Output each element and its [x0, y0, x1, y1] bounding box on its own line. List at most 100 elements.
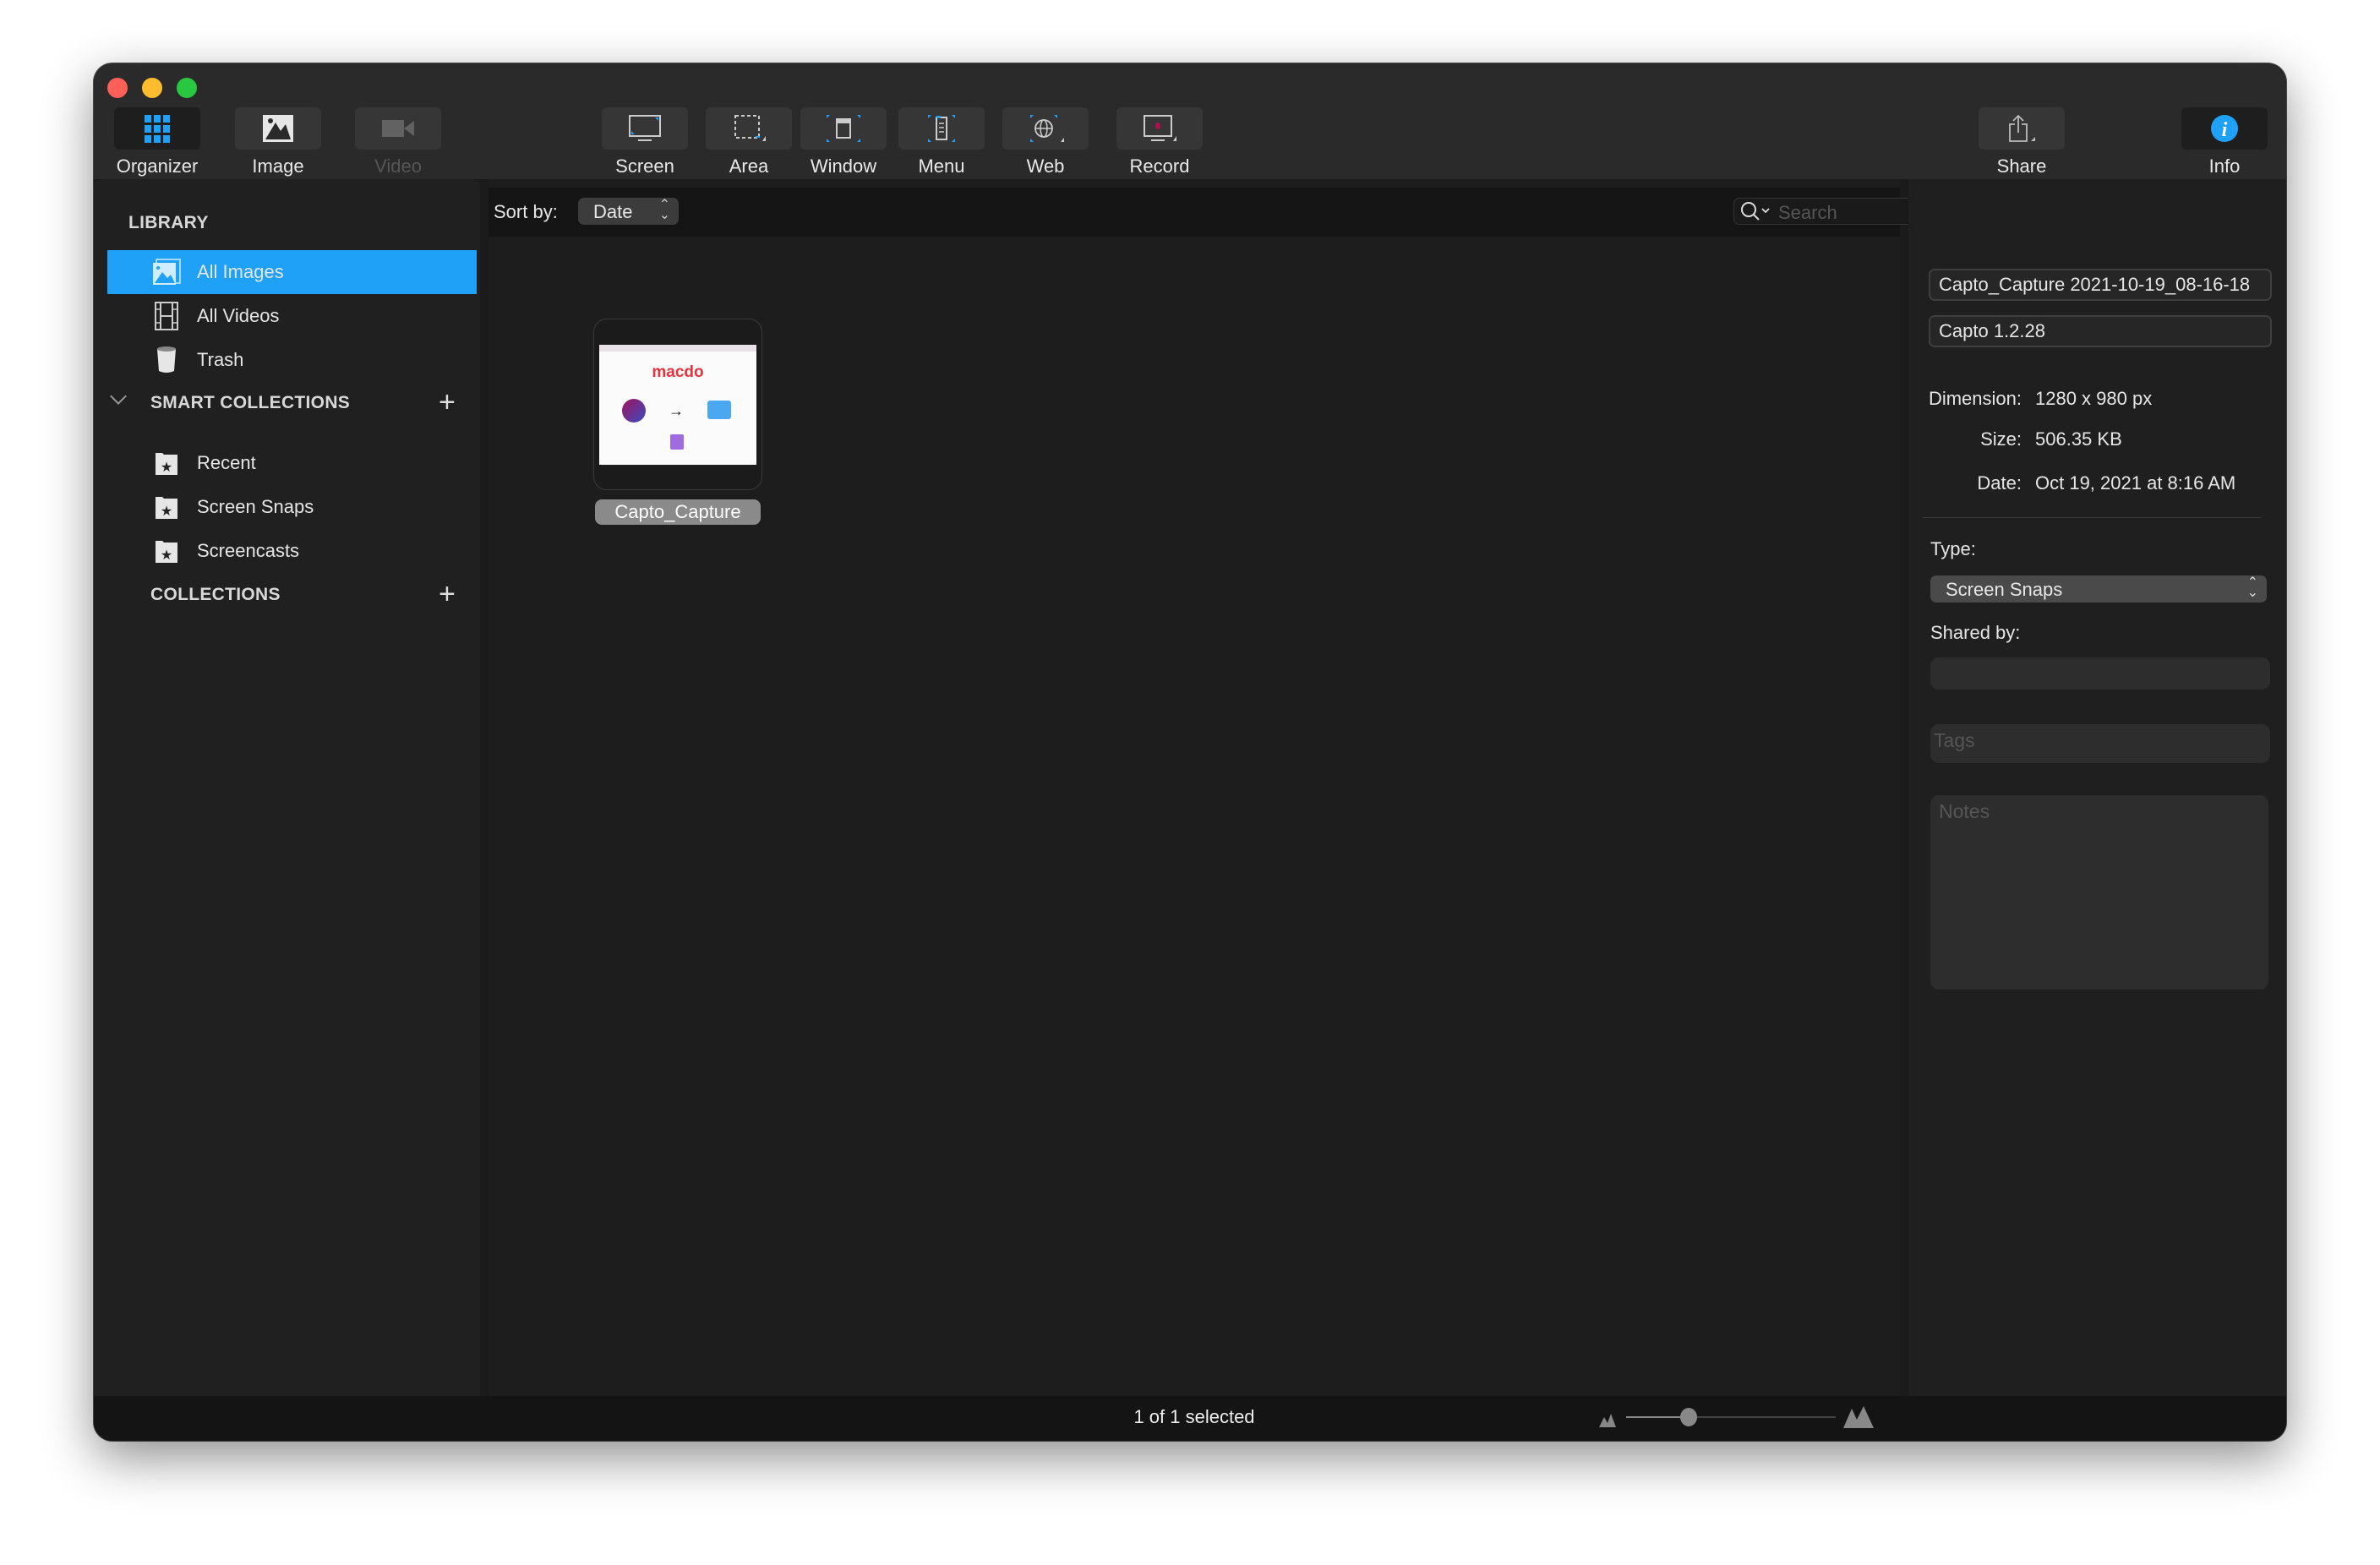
large-thumbnail-icon: [1843, 1406, 1874, 1428]
smart-folder-icon: ★: [152, 449, 181, 477]
share-label: Share: [1996, 155, 2047, 177]
thumbnail-card[interactable]: macdo →: [593, 319, 762, 490]
video-camera-icon: [382, 120, 414, 137]
area-button[interactable]: Area: [706, 107, 792, 188]
tags-field[interactable]: Tags: [1930, 724, 2270, 763]
record-button[interactable]: Record: [1116, 107, 1203, 188]
search-placeholder: Search: [1778, 202, 1837, 223]
screen-capture-icon: [629, 115, 661, 141]
organizer-label: Organizer: [116, 155, 199, 177]
chevron-down-icon[interactable]: [110, 388, 127, 405]
menu-button[interactable]: Menu: [898, 107, 985, 188]
search-icon: [1741, 202, 1770, 221]
sidebar-item-recent[interactable]: ★ Recent: [107, 441, 477, 485]
sidebar-item-label: Recent: [197, 452, 256, 473]
thumbnail-logo-text: macdo: [652, 363, 704, 381]
window-capture-icon: [827, 115, 860, 142]
sort-dropdown[interactable]: Date ⌃ ⌄: [578, 198, 679, 225]
type-label: Type:: [1930, 538, 1976, 559]
doc-icon: [670, 434, 684, 450]
record-label: Record: [1129, 155, 1190, 177]
status-bar: 1 of 1 selected: [94, 1396, 2286, 1441]
library-heading: LIBRARY: [128, 213, 209, 232]
app-value: Capto 1.2.28: [1939, 320, 2045, 341]
close-button[interactable]: [107, 78, 128, 98]
up-down-chevron-icon: ⌃ ⌄: [658, 198, 670, 222]
smart-collections-heading: SMART COLLECTIONS: [150, 393, 351, 412]
thumbnail-label[interactable]: Capto_Capture: [595, 499, 761, 525]
slider-knob[interactable]: [1680, 1408, 1698, 1426]
dimension-value: 1280 x 980 px: [2035, 388, 2153, 409]
size-value: 506.35 KB: [2035, 428, 2122, 450]
app-icon: [622, 399, 646, 423]
sort-bar: Sort by: Date ⌃ ⌄ Search: [489, 188, 1979, 237]
organizer-button[interactable]: Organizer: [114, 107, 200, 188]
smart-folder-icon: ★: [152, 493, 181, 521]
info-button[interactable]: i Info: [2181, 107, 2268, 188]
share-icon: [2009, 114, 2035, 142]
info-panel: Capto_Capture 2021-10-19_08-16-18 Capto …: [1908, 179, 2286, 1396]
type-dropdown[interactable]: Screen Snaps ⌃ ⌄: [1930, 575, 2267, 603]
name-value: Capto_Capture 2021-10-19_08-16-18: [1939, 274, 2251, 295]
toolbar: Organizer Image Video Screen Area Window…: [94, 63, 2286, 179]
shared-by-label: Shared by:: [1930, 622, 2021, 643]
svg-text:★: ★: [161, 461, 172, 475]
date-label: Date:: [1977, 472, 2022, 493]
screen-button[interactable]: Screen: [602, 107, 688, 188]
shared-by-field[interactable]: [1930, 657, 2270, 690]
images-icon: [152, 258, 181, 286]
selection-status: 1 of 1 selected: [1133, 1406, 1255, 1427]
image-label: Image: [252, 155, 304, 177]
folder-icon: [707, 401, 731, 419]
date-value: Oct 19, 2021 at 8:16 AM: [2035, 472, 2236, 493]
sidebar-item-label: All Videos: [197, 305, 280, 326]
sidebar-item-all-images[interactable]: All Images: [107, 250, 477, 294]
sidebar-item-label: Screen Snaps: [197, 496, 314, 517]
collections-heading: COLLECTIONS: [150, 585, 281, 604]
small-thumbnail-icon: [1599, 1414, 1616, 1427]
trash-icon: [152, 346, 181, 374]
sidebar-item-screencasts[interactable]: ★ Screencasts: [107, 529, 477, 573]
sidebar-item-label: All Images: [197, 261, 284, 282]
sort-value: Date: [593, 201, 633, 222]
image-button[interactable]: Image: [235, 107, 321, 188]
svg-text:★: ★: [161, 504, 172, 519]
web-button[interactable]: Web: [1002, 107, 1089, 188]
video-button[interactable]: Video: [355, 107, 441, 188]
sidebar-item-trash[interactable]: Trash: [107, 338, 477, 382]
thumbnail-name: Capto_Capture: [614, 501, 741, 522]
film-icon: [152, 302, 181, 330]
sidebar-item-screen-snaps[interactable]: ★ Screen Snaps: [107, 485, 477, 529]
zoom-button[interactable]: [177, 78, 197, 98]
menu-label: Menu: [918, 155, 965, 177]
info-icon: i: [2211, 115, 2238, 142]
sidebar-item-all-videos[interactable]: All Videos: [107, 294, 477, 338]
sort-label: Sort by:: [494, 201, 558, 222]
add-smart-collection-button[interactable]: +: [439, 388, 456, 417]
info-label: Info: [2208, 155, 2241, 177]
app-window: Organizer Image Video Screen Area Window…: [94, 63, 2286, 1441]
grid-icon: [145, 115, 170, 143]
notes-placeholder: Notes: [1939, 800, 1990, 822]
menu-capture-icon: [928, 115, 955, 142]
arrow-icon: →: [669, 402, 684, 419]
sidebar: LIBRARY All Images All Videos Trash SMAR…: [94, 179, 480, 1396]
web-capture-icon: [1030, 115, 1064, 142]
notes-field[interactable]: Notes: [1930, 795, 2268, 990]
area-capture-icon: [734, 115, 766, 141]
app-field[interactable]: Capto 1.2.28: [1929, 315, 2272, 347]
sidebar-item-label: Trash: [197, 349, 244, 370]
record-icon: [1144, 115, 1176, 141]
name-field[interactable]: Capto_Capture 2021-10-19_08-16-18: [1929, 269, 2272, 301]
image-icon: [263, 115, 293, 142]
thumbnail-size-slider[interactable]: [1626, 1408, 1836, 1426]
window-button[interactable]: Window: [800, 107, 887, 188]
web-label: Web: [1026, 155, 1065, 177]
sidebar-item-label: Screencasts: [197, 540, 300, 561]
add-collection-button[interactable]: +: [439, 580, 456, 608]
minimize-button[interactable]: [142, 78, 162, 98]
type-value: Screen Snaps: [1946, 579, 2063, 600]
share-button[interactable]: Share: [1979, 107, 2065, 188]
up-down-chevron-icon: ⌃ ⌄: [2246, 575, 2258, 600]
divider: [1923, 517, 2261, 518]
